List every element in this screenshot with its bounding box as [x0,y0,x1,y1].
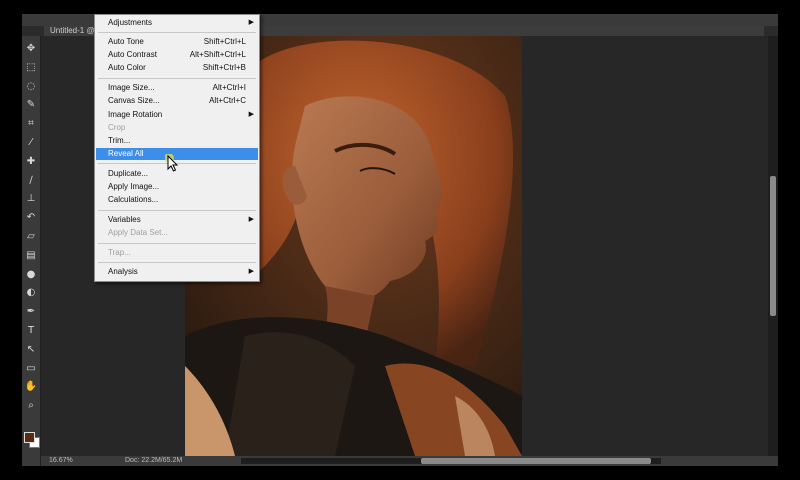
menu-item-label: Auto Color [108,63,146,72]
mouse-pointer-icon [165,154,179,172]
menu-item-shortcut: Shift+Ctrl+B [202,63,246,72]
menu-item-shortcut: Alt+Ctrl+C [209,96,246,105]
menu-item-label: Analysis [108,267,138,276]
submenu-arrow-icon: ▶ [248,268,254,275]
menu-item-apply-image[interactable]: Apply Image... [96,181,258,193]
vertical-scroll-thumb[interactable] [770,176,776,316]
menu-item-label: Auto Contrast [108,50,157,59]
menu-item-label: Apply Image... [108,182,160,191]
menu-separator [98,262,256,263]
menu-item-image-rotation[interactable]: Image Rotation ▶ [96,109,258,121]
menu-item-label: Duplicate... [108,169,149,178]
menu-item-image-size[interactable]: Image Size... Alt+Ctrl+I [96,82,258,94]
brush-tool-icon[interactable]: ∕ [24,174,38,188]
status-bar: 16.67% Doc: 22.2M/65.2M [41,456,778,466]
menu-item-variables[interactable]: Variables ▶ [96,214,258,226]
dodge-tool-icon[interactable]: ◐ [24,286,38,300]
healing-brush-tool-icon[interactable]: ✚ [24,155,38,169]
menu-separator [98,32,256,33]
horizontal-scrollbar[interactable] [241,458,661,464]
eyedropper-tool-icon[interactable]: ⁄ [24,136,38,150]
menu-separator [98,78,256,79]
menu-separator [98,243,256,244]
menu-item-label: Reveal All [108,149,144,158]
toolbox: ⌕ ✋ ▭ ↖ T ✒ ◐ ● ▤ ▱ ↶ ⊥ ∕ ✚ ⁄ ⌗ ✎ ◌ ⬚ ✥ [22,36,41,466]
menu-item-canvas-size[interactable]: Canvas Size... Alt+Ctrl+C [96,95,258,107]
move-tool-icon[interactable]: ✥ [24,42,38,56]
menu-item-label: Trim... [108,136,131,145]
menu-item-label: Image Rotation [108,110,163,119]
horizontal-scroll-thumb[interactable] [421,458,651,464]
menu-item-shortcut: Alt+Shift+Ctrl+L [189,50,246,59]
marquee-tool-icon[interactable]: ⬚ [24,61,38,75]
lasso-tool-icon[interactable]: ◌ [24,80,38,94]
menu-item-auto-contrast[interactable]: Auto Contrast Alt+Shift+Ctrl+L [96,49,258,61]
zoom-level[interactable]: 16.67% [49,457,73,464]
menu-item-label: Variables [108,215,141,224]
pen-tool-icon[interactable]: ✒ [24,305,38,319]
menu-item-label: Image Size... [108,83,155,92]
menu-item-label: Adjustments [108,18,153,27]
hand-tool-icon[interactable]: ✋ [24,380,38,394]
menu-item-shortcut: Shift+Ctrl+L [203,37,246,46]
menu-item-apply-data-set: Apply Data Set... [96,227,258,239]
vertical-scrollbar[interactable] [768,36,778,456]
menu-item-label: Crop [108,123,126,132]
clone-stamp-tool-icon[interactable]: ⊥ [24,192,38,206]
history-brush-tool-icon[interactable]: ↶ [24,211,38,225]
eraser-tool-icon[interactable]: ▱ [24,230,38,244]
document-tab-label: Untitled-1 @ [50,26,95,35]
quick-select-tool-icon[interactable]: ✎ [24,98,38,112]
submenu-arrow-icon: ▶ [248,216,254,223]
menu-item-shortcut: Alt+Ctrl+I [212,83,246,92]
submenu-arrow-icon: ▶ [248,19,254,26]
menu-separator [98,210,256,211]
menu-item-auto-color[interactable]: Auto Color Shift+Ctrl+B [96,62,258,74]
type-tool-icon[interactable]: T [24,324,38,338]
submenu-arrow-icon: ▶ [248,111,254,118]
menu-item-label: Apply Data Set... [108,228,169,237]
crop-tool-icon[interactable]: ⌗ [24,117,38,131]
menu-item-calculations[interactable]: Calculations... [96,194,258,206]
menu-item-label: Canvas Size... [108,96,160,105]
menu-item-trap: Trap... [96,247,258,259]
shape-tool-icon[interactable]: ▭ [24,362,38,376]
gradient-tool-icon[interactable]: ▤ [24,249,38,263]
menu-item-trim[interactable]: Trim... [96,135,258,147]
image-menu-dropdown: Adjustments ▶ Auto Tone Shift+Ctrl+L Aut… [94,14,260,282]
menu-item-label: Calculations... [108,195,159,204]
menu-item-crop: Crop [96,122,258,134]
menu-item-label: Auto Tone [108,37,144,46]
path-select-tool-icon[interactable]: ↖ [24,343,38,357]
menu-item-adjustments[interactable]: Adjustments ▶ [96,17,258,29]
foreground-color-swatch[interactable] [24,432,35,443]
zoom-tool-icon[interactable]: ⌕ [24,399,38,413]
blur-tool-icon[interactable]: ● [24,268,38,282]
document-size-info: Doc: 22.2M/65.2M [125,457,183,464]
menu-item-auto-tone[interactable]: Auto Tone Shift+Ctrl+L [96,36,258,48]
menu-item-label: Trap... [108,248,131,257]
menu-item-analysis[interactable]: Analysis ▶ [96,266,258,278]
